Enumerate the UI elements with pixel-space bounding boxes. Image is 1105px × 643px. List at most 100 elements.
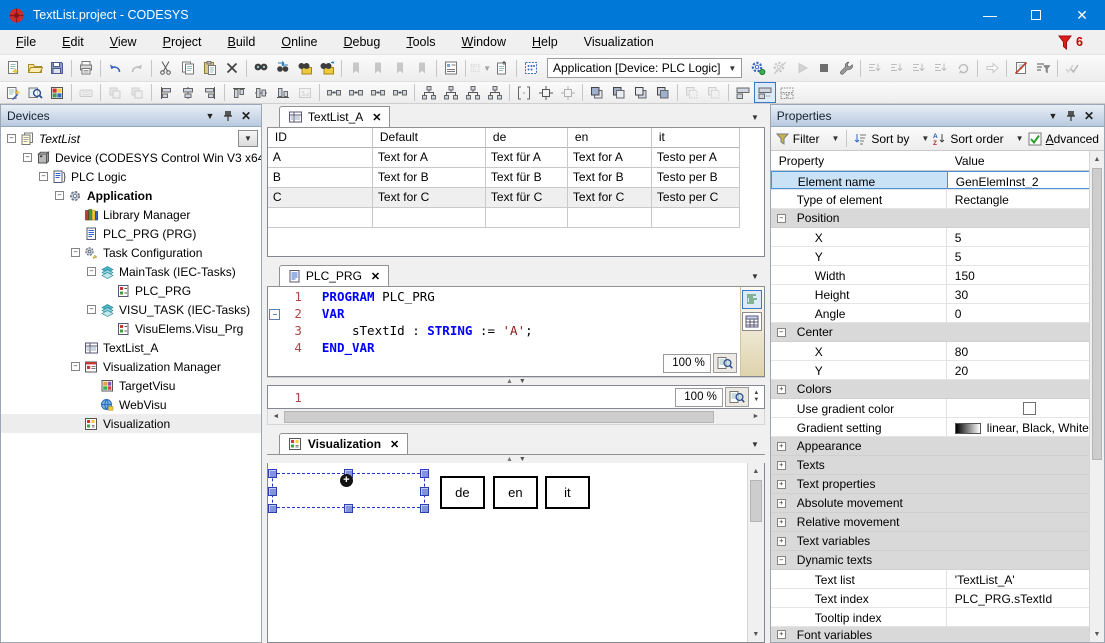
properties-scroll-down-icon[interactable]: ▼ bbox=[1090, 626, 1104, 642]
interface-editor-button[interactable] bbox=[2, 82, 24, 103]
step-out-button[interactable] bbox=[908, 58, 930, 79]
reset-warm-button[interactable] bbox=[952, 58, 974, 79]
step-over-button[interactable] bbox=[864, 58, 886, 79]
textlist-cell[interactable]: Text for A bbox=[373, 148, 486, 168]
tree-expander-icon[interactable]: − bbox=[87, 305, 96, 314]
multiply-visu-element-2-button[interactable] bbox=[126, 82, 148, 103]
tree-item-task-configuration[interactable]: −Task Configuration bbox=[1, 243, 261, 262]
remove-horizontal-spacing-button[interactable] bbox=[389, 82, 411, 103]
previous-bookmark-button[interactable] bbox=[367, 58, 389, 79]
properties-scroll-up-icon[interactable]: ▲ bbox=[1090, 151, 1104, 167]
textlist-cell[interactable] bbox=[568, 208, 652, 228]
textlist-cell[interactable]: Text for C bbox=[373, 188, 486, 208]
canvas-scroll-down-icon[interactable]: ▼ bbox=[748, 626, 764, 642]
close-button[interactable]: ✕ bbox=[1059, 0, 1105, 30]
properties-menu-dropdown-icon[interactable]: ▼ bbox=[1044, 108, 1062, 124]
ungroup-elements-button[interactable] bbox=[703, 82, 725, 103]
tree-expander-icon[interactable]: − bbox=[71, 362, 80, 371]
tree-item-visualization-manager[interactable]: −Visualization Manager bbox=[1, 357, 261, 376]
property-value[interactable] bbox=[947, 608, 1104, 626]
horizontal-scroll-thumb[interactable] bbox=[284, 411, 714, 423]
plcprg-tab-dropdown-icon[interactable]: ▼ bbox=[751, 272, 759, 281]
advanced-label[interactable]: Advanced bbox=[1046, 132, 1099, 146]
element-center-handle[interactable]: + bbox=[340, 474, 353, 487]
impl-zoom-level[interactable]: 100 % bbox=[675, 388, 723, 407]
tab-plcprg-close-icon[interactable]: ✕ bbox=[371, 270, 380, 283]
selection-handle[interactable] bbox=[420, 504, 429, 513]
property-value[interactable]: 5 bbox=[947, 247, 1104, 265]
advanced-checkbox[interactable] bbox=[1028, 132, 1042, 146]
visualization-splitter[interactable]: ▲▼ bbox=[267, 455, 765, 463]
tree-expander-icon[interactable]: − bbox=[23, 153, 32, 162]
tree-item-targetvisu[interactable]: TargetVisu bbox=[1, 376, 261, 395]
filter-button[interactable]: Filter bbox=[793, 132, 820, 146]
scroll-right-icon[interactable]: ► bbox=[748, 409, 764, 425]
active-application-selector[interactable]: Application [Device: PLC Logic]▼ bbox=[547, 58, 742, 78]
textual-view-button[interactable] bbox=[742, 290, 762, 309]
cut-button[interactable] bbox=[155, 58, 177, 79]
properties-scroll-thumb[interactable] bbox=[1092, 168, 1102, 460]
selection-handle[interactable] bbox=[420, 469, 429, 478]
tab-visualization[interactable]: Visualization ✕ bbox=[279, 433, 408, 454]
textlist-cell[interactable]: Text for B bbox=[568, 168, 652, 188]
stop-button[interactable] bbox=[813, 58, 835, 79]
tree-item-maintask-iec-tasks[interactable]: −MainTask (IEC-Tasks) bbox=[1, 262, 261, 281]
group-expander-icon[interactable]: − bbox=[777, 214, 786, 223]
group-expander-icon[interactable]: + bbox=[777, 480, 786, 489]
property-row-y[interactable]: Y5 bbox=[771, 247, 1104, 266]
next-bookmark-button[interactable] bbox=[389, 58, 411, 79]
property-value[interactable]: 80 bbox=[947, 342, 1104, 360]
editor-scroll-spinner[interactable]: ▲▼ bbox=[751, 390, 762, 404]
show-next-statement-button[interactable] bbox=[981, 58, 1003, 79]
textlist-column-id[interactable]: ID bbox=[268, 128, 373, 148]
editor-horizontal-scrollbar[interactable]: ◄ ► bbox=[267, 409, 765, 425]
group-expander-icon[interactable]: + bbox=[777, 461, 786, 470]
background-image-button[interactable] bbox=[294, 82, 316, 103]
menu-visualization[interactable]: Visualization bbox=[574, 32, 664, 52]
property-row-width[interactable]: Width150 bbox=[771, 266, 1104, 285]
textlist-cell[interactable]: Testo per C bbox=[652, 188, 740, 208]
properties-pin-icon[interactable] bbox=[1062, 108, 1080, 124]
tree-expander-icon[interactable]: − bbox=[71, 248, 80, 257]
save-project-button[interactable] bbox=[46, 58, 68, 79]
textlist-cell[interactable]: C bbox=[268, 188, 373, 208]
textlist-cell[interactable]: Text for A bbox=[568, 148, 652, 168]
tree-item-visu-task-iec-tasks[interactable]: −VISU_TASK (IEC-Tasks) bbox=[1, 300, 261, 319]
tab-textlist-close-icon[interactable]: ✕ bbox=[372, 111, 381, 124]
property-group-appearance[interactable]: +Appearance bbox=[771, 437, 1104, 456]
minimize-button[interactable]: — bbox=[967, 0, 1013, 30]
multiply-visu-element-button[interactable] bbox=[104, 82, 126, 103]
textlist-cell[interactable]: Text für C bbox=[486, 188, 568, 208]
increase-horizontal-spacing-button[interactable] bbox=[345, 82, 367, 103]
scroll-left-icon[interactable]: ◄ bbox=[268, 409, 284, 425]
property-row-element-name[interactable]: Element nameGenElemInst_2 bbox=[771, 171, 1104, 190]
print-button[interactable] bbox=[75, 58, 97, 79]
menu-tools[interactable]: Tools bbox=[396, 32, 445, 52]
implementation-editor[interactable]: 1 100 % ▲▼ bbox=[267, 385, 765, 409]
display-mode-button[interactable] bbox=[1032, 58, 1054, 79]
menu-help[interactable]: Help bbox=[522, 32, 568, 52]
property-row-text-index[interactable]: Text indexPLC_PRG.sTextId bbox=[771, 589, 1104, 608]
property-value[interactable]: PLC_PRG.sTextId bbox=[947, 589, 1104, 607]
decrease-horizontal-spacing-button[interactable] bbox=[367, 82, 389, 103]
value-column-header[interactable]: Value bbox=[947, 151, 1104, 170]
tree-item-plc-prg-prg[interactable]: PLC_PRG (PRG) bbox=[1, 224, 261, 243]
copy-button[interactable] bbox=[177, 58, 199, 79]
element-list-view-button[interactable] bbox=[732, 82, 754, 103]
group-expander-icon[interactable]: + bbox=[777, 442, 786, 451]
property-row-tooltip-index[interactable]: Tooltip index bbox=[771, 608, 1104, 627]
impl-zoom-icon[interactable] bbox=[725, 387, 749, 407]
menu-debug[interactable]: Debug bbox=[333, 32, 390, 52]
group-expander-icon[interactable]: + bbox=[777, 630, 786, 639]
send-to-back-button[interactable] bbox=[608, 82, 630, 103]
filter-dropdown-icon[interactable]: ▼ bbox=[831, 134, 839, 143]
property-group-text-properties[interactable]: +Text properties bbox=[771, 475, 1104, 494]
property-group-colors[interactable]: +Colors bbox=[771, 380, 1104, 399]
activate-keyboard-usage-button[interactable] bbox=[75, 82, 97, 103]
snap-to-grid-button[interactable] bbox=[535, 82, 557, 103]
group-elements-button[interactable] bbox=[681, 82, 703, 103]
code-line-1[interactable]: 1PROGRAM PLC_PRG bbox=[268, 289, 764, 306]
selection-handle[interactable] bbox=[268, 487, 277, 496]
make-horizontal-spacing-equal-button[interactable] bbox=[323, 82, 345, 103]
tree-expander-icon[interactable]: − bbox=[87, 267, 96, 276]
